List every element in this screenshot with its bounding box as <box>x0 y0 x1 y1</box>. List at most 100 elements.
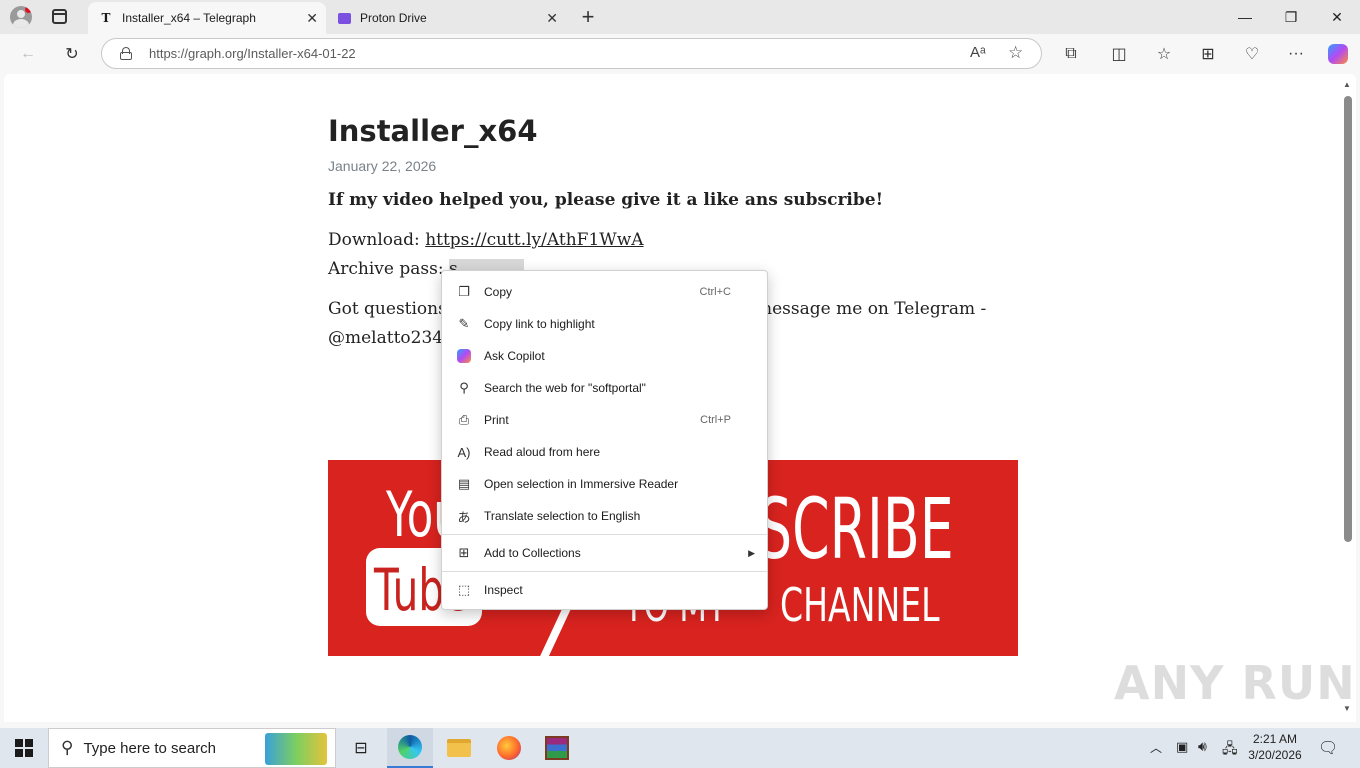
menu-item-ask-copilot[interactable]: Ask Copilot <box>442 340 767 372</box>
banner-channel-text: CHANNEL <box>780 578 940 632</box>
system-clock[interactable]: 2:21 AM 3/20/2026 <box>1246 731 1304 763</box>
submenu-arrow-icon: ▶ <box>748 547 755 558</box>
menu-separator <box>442 534 767 535</box>
extensions-icon[interactable]: ⧉ <box>1057 42 1085 66</box>
tab-telegraph[interactable]: T Installer_x64 – Telegraph ✕ <box>88 2 326 34</box>
copilot-icon <box>456 348 472 364</box>
search-icon: ⚲ <box>459 380 469 395</box>
archive-label: Archive pass: <box>328 259 449 279</box>
search-placeholder: Type here to search <box>83 739 217 757</box>
profile-icon[interactable] <box>10 6 32 28</box>
taskbar: ⚲ Type here to search ⊟ ︿ ▣ 🔊︎ 🖧︎ 2:21 A… <box>0 728 1360 768</box>
download-link[interactable]: https://cutt.ly/AthF1WwA <box>425 230 643 250</box>
menu-item-inspect[interactable]: ⬚ Inspect <box>442 574 767 606</box>
questions-start: Got questions <box>328 299 447 319</box>
menu-item-add-to-collections[interactable]: ⊞ Add to Collections ▶ <box>442 537 767 569</box>
telegraph-favicon-icon: T <box>101 11 111 25</box>
meet-now-icon[interactable]: ▣ <box>1176 739 1188 755</box>
tab-proton-drive[interactable]: Proton Drive ✕ <box>326 2 566 34</box>
vertical-scrollbar[interactable]: ▲ ▼ <box>1340 74 1356 722</box>
collections-icon: ⊞ <box>458 545 470 560</box>
clock-date: 3/20/2026 <box>1248 748 1302 762</box>
taskbar-search-box[interactable]: ⚲ Type here to search <box>48 728 336 768</box>
search-icon: ⚲ <box>61 738 74 757</box>
tab-actions-icon[interactable] <box>52 9 67 24</box>
scroll-up-icon[interactable]: ▲ <box>1343 80 1351 89</box>
back-button[interactable]: ← <box>14 42 42 66</box>
favorite-star-icon[interactable]: ☆ <box>1008 43 1023 63</box>
address-bar[interactable]: https://graph.org/Installer-x64-01-22 Aᵃ… <box>101 38 1042 69</box>
shortcut-copy: Ctrl+C <box>699 286 731 298</box>
menu-item-label: Inspect <box>484 583 523 597</box>
tab-bar: T Installer_x64 – Telegraph ✕ Proton Dri… <box>0 0 1360 34</box>
close-icon[interactable]: ✕ <box>306 10 318 27</box>
menu-item-label: Translate selection to English <box>484 509 641 523</box>
translate-icon: あ <box>457 509 471 525</box>
copilot-icon[interactable] <box>1328 44 1348 64</box>
inspect-icon: ⬚ <box>457 582 471 597</box>
url-text[interactable]: https://graph.org/Installer-x64-01-22 <box>149 46 356 61</box>
task-view-icon[interactable]: ⊟ <box>338 728 384 768</box>
firefox-icon[interactable] <box>486 728 532 768</box>
menu-item-read-aloud[interactable]: A) Read aloud from here <box>442 436 767 468</box>
start-button[interactable] <box>0 728 48 768</box>
menu-item-search-web[interactable]: ⚲ Search the web for "softportal" <box>442 372 767 404</box>
menu-item-label: Ask Copilot <box>484 349 545 363</box>
menu-item-print[interactable]: ⎙ Print Ctrl+P <box>442 404 767 436</box>
network-icon[interactable]: 🖧︎ <box>1222 738 1238 762</box>
context-menu: ❐ Copy Ctrl+C ✎ Copy link to highlight Ask … <box>441 270 768 610</box>
notification-icon[interactable]: 🗨︎ <box>1318 738 1338 758</box>
show-hidden-icons[interactable]: ︿ <box>1150 739 1162 756</box>
proton-drive-favicon-icon <box>336 10 352 26</box>
favorites-icon[interactable]: ☆ <box>1150 42 1178 66</box>
more-menu-icon[interactable]: ··· <box>1282 42 1310 66</box>
clock-time: 2:21 AM <box>1252 732 1298 746</box>
minimize-button[interactable]: — <box>1222 0 1268 34</box>
tab-label: Installer_x64 – Telegraph <box>122 11 256 25</box>
immersive-reader-icon: ▤ <box>457 476 471 491</box>
menu-item-copy-link-highlight[interactable]: ✎ Copy link to highlight <box>442 308 767 340</box>
search-highlight-image <box>265 733 327 765</box>
scroll-thumb[interactable] <box>1344 96 1352 542</box>
download-label: Download: <box>328 230 426 250</box>
restore-button[interactable]: ❐ <box>1268 0 1314 34</box>
page-title: Installer_x64 <box>328 114 538 148</box>
copy-icon: ❐ <box>458 284 470 299</box>
read-aloud-icon: A) <box>457 444 471 460</box>
print-icon: ⎙ <box>458 412 470 427</box>
menu-item-label: Open selection in Immersive Reader <box>484 477 679 491</box>
collections-icon[interactable]: ⊞ <box>1194 42 1222 66</box>
file-explorer-icon[interactable] <box>436 728 482 768</box>
menu-item-label: Read aloud from here <box>484 445 601 459</box>
window-close-button[interactable]: ✕ <box>1314 0 1360 34</box>
article-headline: If my video helped you, please give it a… <box>328 186 1018 215</box>
menu-item-label: Add to Collections <box>484 546 581 560</box>
shortcut-print: Ctrl+P <box>700 414 731 426</box>
refresh-button[interactable]: ↻ <box>58 42 86 66</box>
volume-icon[interactable]: 🔊︎ <box>1198 738 1207 755</box>
anyrun-watermark: ANY RUN <box>1114 656 1356 710</box>
menu-item-label: Copy link to highlight <box>484 317 595 331</box>
menu-item-label: Copy <box>484 285 513 299</box>
article-date: January 22, 2026 <box>328 158 437 174</box>
edge-taskbar-icon[interactable] <box>387 728 433 768</box>
menu-item-translate[interactable]: あ Translate selection to English <box>442 500 767 532</box>
menu-item-label: Search the web for "softportal" <box>484 381 646 395</box>
read-aloud-icon[interactable]: Aᵃ <box>970 44 986 61</box>
banner-scribe-text: SCRIBE <box>758 480 954 578</box>
windows-logo-icon <box>15 739 33 757</box>
close-icon[interactable]: ✕ <box>546 10 558 27</box>
new-tab-button[interactable]: + <box>575 4 601 30</box>
tab-label: Proton Drive <box>360 11 427 25</box>
winrar-icon[interactable] <box>534 728 580 768</box>
menu-item-label: Print <box>484 413 509 427</box>
menu-item-immersive-reader[interactable]: ▤ Open selection in Immersive Reader <box>442 468 767 500</box>
telegram-handle: @melatto234 <box>328 328 444 348</box>
menu-item-copy[interactable]: ❐ Copy Ctrl+C <box>442 276 767 308</box>
menu-separator <box>442 571 767 572</box>
split-screen-icon[interactable]: ◫ <box>1105 42 1133 66</box>
browser-toolbar: ← ↻ https://graph.org/Installer-x64-01-2… <box>0 34 1360 74</box>
questions-end: message me on Telegram - <box>756 299 987 319</box>
browser-essentials-icon[interactable]: ♡ <box>1238 42 1266 66</box>
lock-icon[interactable] <box>120 47 132 60</box>
